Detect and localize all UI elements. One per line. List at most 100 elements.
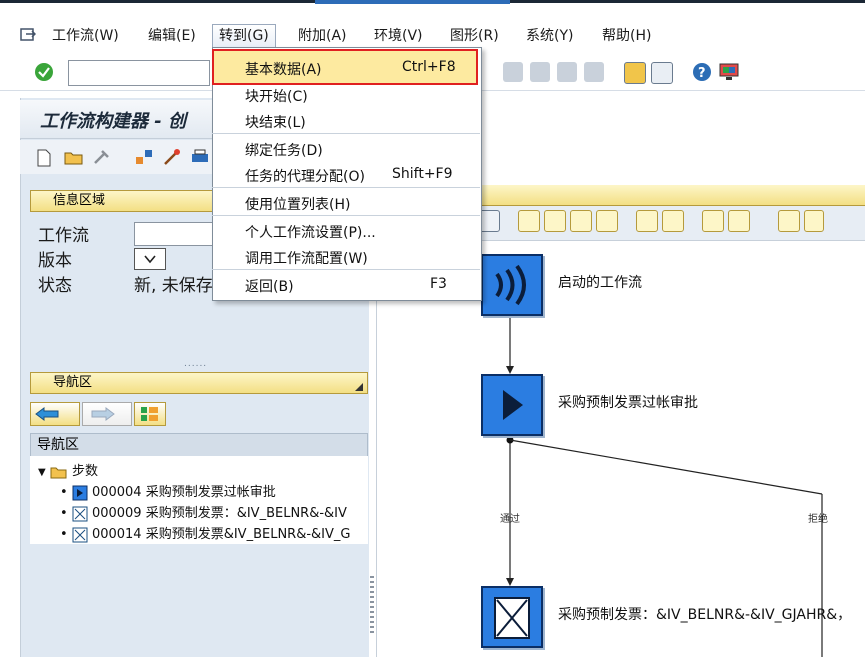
wand-icon[interactable] (162, 148, 182, 170)
menu-separator (212, 133, 480, 134)
undo-icon[interactable] (636, 210, 658, 232)
tree-root[interactable]: ▼ 步数 (38, 460, 98, 479)
approval-activity-node[interactable] (481, 374, 543, 436)
menu-edit[interactable]: 编辑(E) (142, 24, 202, 48)
menu-item-bind-task[interactable]: 绑定任务(D) (212, 136, 480, 160)
tree-root-label: 步数 (71, 464, 98, 479)
menu-item-agent-assignment[interactable]: 任务的代理分配(O) Shift+F9 (212, 162, 480, 186)
menu-environment[interactable]: 环境(V) (368, 24, 429, 48)
info-area-header-label: 信息区域 (53, 193, 106, 208)
tree-item[interactable]: • 000004 采购预制发票过帐审批 (60, 481, 276, 501)
branch-label-approve: 通过 (500, 514, 520, 525)
hourglass-icon (494, 597, 530, 639)
hierarchy-icon[interactable] (134, 148, 154, 170)
menu-item-block-end[interactable]: 块结束(L) (212, 108, 480, 132)
menu-item-shortcut: F3 (430, 276, 447, 292)
chevron-down-icon (144, 255, 156, 264)
cut-icon[interactable] (518, 210, 540, 232)
next-page-icon[interactable] (557, 62, 577, 82)
redo-icon[interactable] (662, 210, 684, 232)
workflow-connectors (506, 313, 823, 657)
splitter-grip[interactable]: ...... (184, 359, 207, 369)
menu-workflow[interactable]: 工作流(W) (46, 24, 125, 48)
activity-step-icon (72, 485, 88, 500)
tree-item-label: 000009 采购预制发票：&IV_BELNR&-&IV (91, 506, 347, 521)
menu-item-label: 使用位置列表(H) (245, 197, 351, 213)
version-label: 版本 (38, 251, 72, 271)
menu-exit-icon[interactable] (20, 28, 37, 46)
menu-item-shortcut: Ctrl+F8 (402, 59, 456, 75)
help-icon[interactable]: ? (692, 62, 712, 86)
top-blue-bar (315, 0, 510, 4)
insert-block-icon[interactable] (596, 210, 618, 232)
invoice-decision-label: 采购预制发票：&IV_BELNR&-&IV_GJAHR&， (558, 607, 852, 623)
folder-open-icon (50, 467, 67, 478)
left-arrow-icon (35, 407, 59, 421)
panel-resize-handle[interactable] (370, 576, 374, 636)
menu-item-where-used[interactable]: 使用位置列表(H) (212, 190, 480, 214)
start-event-node[interactable] (481, 254, 543, 316)
menu-item-label: 个人工作流设置(P)... (245, 225, 376, 241)
layout-icon[interactable] (778, 210, 800, 232)
menu-separator (212, 215, 480, 216)
dropdown-items: 基本数据(A) Ctrl+F8 块开始(C) 块结束(L) 绑定任务(D) 任务的… (212, 47, 480, 299)
user-decision-icon (72, 527, 88, 542)
menu-item-label: 块开始(C) (245, 89, 308, 105)
status-label: 状态 (38, 276, 72, 296)
menu-item-basic-data[interactable]: 基本数据(A) Ctrl+F8 (212, 55, 480, 79)
right-arrow-icon (91, 407, 115, 421)
print-icon[interactable] (190, 148, 210, 170)
command-field[interactable] (68, 60, 210, 86)
overview-grid-icon[interactable] (728, 210, 750, 232)
menu-extras[interactable]: 附加(A) (292, 24, 353, 48)
menu-item-personal-settings[interactable]: 个人工作流设置(P)... (212, 218, 480, 242)
last-page-icon[interactable] (584, 62, 604, 82)
copy-icon[interactable] (544, 210, 566, 232)
tree-item-label: 000014 采购预制发票&IV_BELNR&-&IV_G (91, 527, 351, 542)
customize-layout-icon[interactable] (718, 62, 740, 86)
expand-icon (355, 383, 363, 391)
shortcut-icon[interactable] (651, 62, 673, 84)
previous-page-icon[interactable] (530, 62, 550, 82)
menu-separator (212, 187, 480, 188)
menu-graphic[interactable]: 图形(R) (444, 24, 505, 48)
menu-item-label: 返回(B) (245, 279, 294, 295)
nav-tree: ▼ 步数 • 000004 采购预制发票过帐审批 • 000009 采购预制发票… (30, 456, 368, 544)
branch-label-reject: 拒绝 (808, 514, 828, 525)
version-dropdown[interactable] (134, 248, 166, 270)
start-event-label: 启动的工作流 (558, 275, 642, 291)
menu-separator (212, 269, 480, 270)
menu-item-block-start[interactable]: 块开始(C) (212, 82, 480, 106)
paste-icon[interactable] (570, 210, 592, 232)
forward-arrow-button[interactable] (82, 402, 132, 426)
menu-help[interactable]: 帮助(H) (596, 24, 657, 48)
tree-item[interactable]: • 000009 采购预制发票：&IV_BELNR&-&IV (60, 502, 366, 522)
menu-item-call-config[interactable]: 调用工作流配置(W) (212, 244, 480, 268)
tree-item[interactable]: • 000014 采购预制发票&IV_BELNR&-&IV_G (60, 523, 366, 543)
menu-item-label: 块结束(L) (245, 115, 306, 131)
tag-icon[interactable] (702, 210, 724, 232)
invoice-decision-node[interactable] (481, 586, 543, 648)
tool-icon[interactable] (92, 148, 112, 170)
menu-item-label: 绑定任务(D) (245, 143, 323, 159)
menu-item-shortcut: Shift+F9 (392, 166, 453, 182)
approval-activity-label: 采购预制发票过帐审批 (558, 395, 698, 411)
event-waves-icon (495, 264, 526, 306)
first-page-icon[interactable] (503, 62, 523, 82)
enter-check-icon[interactable] (34, 62, 54, 86)
overview-button[interactable] (134, 402, 166, 426)
zoom-icon[interactable] (804, 210, 824, 232)
page-title: 工作流构建器 - 创 (40, 111, 187, 132)
new-document-icon[interactable] (36, 149, 52, 171)
canvas-header-strip (480, 185, 865, 206)
menu-system[interactable]: 系统(Y) (520, 24, 579, 48)
collapse-icon[interactable]: ▼ (38, 467, 46, 478)
status-value: 新, 未保存 (134, 276, 212, 296)
open-folder-icon[interactable] (64, 148, 84, 170)
new-session-icon[interactable] (624, 62, 646, 84)
window-top-strip (0, 0, 865, 6)
nav-area-header[interactable]: 导航区 (30, 372, 368, 394)
tree-item-label: 000004 采购预制发票过帐审批 (91, 485, 276, 500)
back-arrow-button[interactable] (30, 402, 80, 426)
menu-item-back[interactable]: 返回(B) F3 (212, 272, 480, 296)
